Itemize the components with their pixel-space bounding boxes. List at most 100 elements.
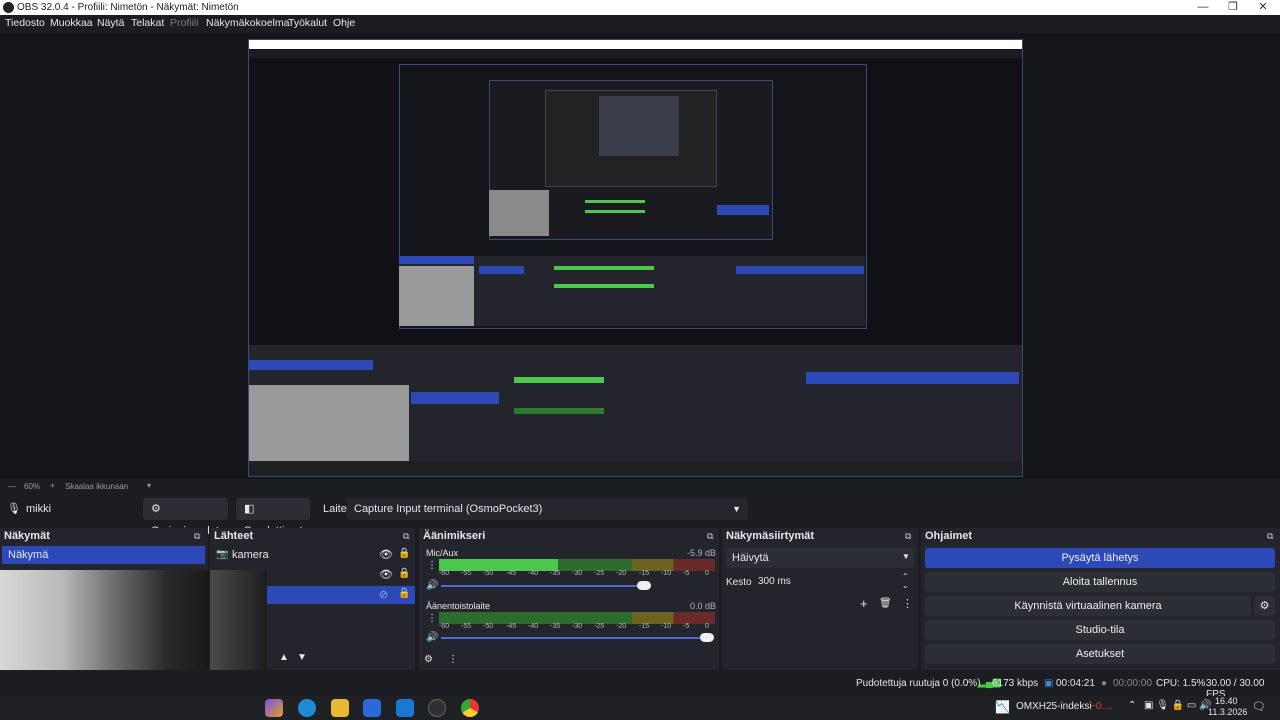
source-item-label: kamera xyxy=(232,549,269,561)
settings-button[interactable]: Asetukset xyxy=(925,644,1275,664)
speaker-icon[interactable]: 🔊 xyxy=(426,632,438,643)
visibility-eye-icon[interactable]: 👁 xyxy=(379,568,393,581)
channel-menu-icon[interactable]: ⋮ xyxy=(427,560,437,571)
meter-tick-label: -60 xyxy=(439,623,450,630)
lock-icon[interactable]: 🔒 xyxy=(398,548,410,559)
chrome-icon[interactable] xyxy=(461,699,479,717)
move-down-button[interactable]: ▼ xyxy=(297,652,307,663)
properties-button[interactable]: ⚙ Ominaisuudet xyxy=(143,498,228,537)
taskbar: 📉 OMXH25-indeksi −0.... ⌃ ▣ 🎙 🔒 ▭ 🔊 16.4… xyxy=(0,696,1280,720)
channel-name: Äänentoistolaite xyxy=(426,601,491,611)
studio-mode-button[interactable]: Studio-tila xyxy=(925,620,1275,640)
close-button[interactable]: ✕ xyxy=(1246,0,1280,15)
tray-icons[interactable]: ▣ 🎙 🔒 ▭ 🔊 xyxy=(1144,700,1212,711)
zoom-in-button[interactable]: + xyxy=(50,481,55,490)
dropped-frames: Pudotettuja ruutuja 0 (0.0%) xyxy=(856,678,981,689)
maximize-button[interactable]: ❐ xyxy=(1216,0,1250,15)
undock-icon[interactable]: ⧉ xyxy=(194,531,204,541)
transition-type: Häivytä xyxy=(732,552,769,564)
volume-slider-handle[interactable] xyxy=(700,633,714,642)
zoom-out-button[interactable]: — xyxy=(8,482,16,491)
menu-edit[interactable]: Muokkaa xyxy=(50,17,93,29)
filters-button[interactable]: ◧ Suodattimet xyxy=(236,498,310,537)
undock-icon[interactable]: ⧉ xyxy=(403,531,413,541)
meter-tick-label: -30 xyxy=(572,623,583,630)
menu-scene-collection[interactable]: Näkymäkokoelma xyxy=(206,17,289,29)
camera-icon: 📷 xyxy=(216,549,229,560)
transitions-title: Näkymäsiirtymät xyxy=(726,530,815,542)
source-item[interactable]: 📷 kamera 👁 🔒 xyxy=(210,546,415,564)
device-select[interactable]: Capture Input terminal (OsmoPocket3) ▼ xyxy=(347,498,748,520)
visibility-eye-icon[interactable]: 👁 xyxy=(379,548,393,561)
start-recording-button[interactable]: Aloita tallennus xyxy=(925,572,1275,592)
menu-profile[interactable]: Profiili xyxy=(170,17,199,29)
channel-menu-icon[interactable]: ⋮ xyxy=(427,613,437,624)
hidden-eye-icon[interactable]: ⊘ xyxy=(379,588,388,601)
stream-icon: ▣ xyxy=(1044,678,1054,689)
virtual-camera-settings-gear-icon[interactable]: ⚙ xyxy=(1254,596,1275,616)
stop-streaming-button[interactable]: Pysäytä lähetys xyxy=(925,548,1275,568)
undock-icon[interactable]: ⧉ xyxy=(1267,531,1277,541)
notification-change: −0.... xyxy=(1090,701,1113,712)
obs-taskbar-icon[interactable] xyxy=(428,699,446,717)
notification-center-icon[interactable]: 🗨 xyxy=(1252,700,1266,713)
window-title: OBS 32.0.4 - Profiili: Nimetön - Näkymät… xyxy=(17,2,239,13)
mail-icon[interactable] xyxy=(396,699,414,717)
start-virtual-camera-button[interactable]: Käynnistä virtuaalinen kamera xyxy=(925,596,1251,616)
meter-tick-label: -25 xyxy=(594,623,605,630)
zoom-percent: 60% xyxy=(24,482,41,491)
spin-down-icon[interactable]: ⌄ xyxy=(902,581,909,590)
mixer-menu-icon[interactable]: ⋮ xyxy=(448,654,458,665)
record-icon: ● xyxy=(1101,678,1108,689)
sources-dock: Lähteet ⧉ 📷 kamera 👁 🔒 👁 🔒 ⊘ 🔒 ▲ ▼ xyxy=(210,528,415,670)
chevron-down-icon: ▼ xyxy=(732,504,741,514)
volume-slider[interactable] xyxy=(441,585,651,587)
meter-tick-label: -30 xyxy=(572,570,583,577)
minimize-button[interactable]: — xyxy=(1186,0,1220,15)
add-transition-button[interactable]: + xyxy=(860,596,868,611)
duration-value: 300 ms xyxy=(758,576,791,587)
delete-transition-button[interactable]: 🗑 xyxy=(879,598,892,609)
menu-help[interactable]: Ohje xyxy=(333,17,355,29)
scene-item-label: Näkymä xyxy=(8,549,49,561)
menu-tools[interactable]: Työkalut xyxy=(288,17,327,29)
transition-menu-icon[interactable]: ⋮ xyxy=(902,597,913,610)
speaker-icon[interactable]: 🔊 xyxy=(426,580,438,591)
copilot-icon[interactable] xyxy=(265,699,283,717)
scenes-dock: Näkymät ⧉ Näkymä xyxy=(0,528,208,670)
zoom-dropdown-icon[interactable]: ▾ xyxy=(147,481,151,490)
lock-icon[interactable]: 🔒 xyxy=(398,568,410,579)
move-up-button[interactable]: ▲ xyxy=(279,652,289,663)
edge-browser-icon[interactable] xyxy=(298,699,316,717)
source-item-selected[interactable]: ⊘ 🔒 xyxy=(267,586,415,604)
tray-chevron-icon[interactable]: ⌃ xyxy=(1128,700,1136,711)
notification-title[interactable]: OMXH25-indeksi xyxy=(1016,701,1092,712)
menu-bar: Tiedosto Muokkaa Näytä Telakat Profiili … xyxy=(0,15,1280,33)
spin-up-icon[interactable]: ⌃ xyxy=(902,572,909,581)
meter-tick-label: -20 xyxy=(616,623,627,630)
duration-input[interactable]: 300 ms ⌃ ⌄ xyxy=(752,572,914,592)
store-icon[interactable] xyxy=(363,699,381,717)
meter-tick-label: -55 xyxy=(461,570,472,577)
channel-db: 0.0 dB xyxy=(690,601,717,611)
menu-file[interactable]: Tiedosto xyxy=(5,17,45,29)
clock-time: 16.40 xyxy=(1215,696,1238,706)
meter-tick-label: -5 xyxy=(683,623,690,630)
volume-slider-handle[interactable] xyxy=(637,581,651,590)
transition-select[interactable]: Häivytä ▼ xyxy=(726,548,914,568)
menu-docks[interactable]: Telakat xyxy=(131,17,164,29)
advanced-audio-icon[interactable]: ⚙ xyxy=(424,654,433,665)
menu-view[interactable]: Näytä xyxy=(97,17,124,29)
meter-tick-label: -10 xyxy=(661,623,672,630)
volume-slider[interactable] xyxy=(441,637,713,639)
undock-icon[interactable]: ⧉ xyxy=(707,531,717,541)
scene-item[interactable]: Näkymä xyxy=(2,546,205,564)
cpu-usage: CPU: 1.5% xyxy=(1156,678,1206,689)
lock-icon[interactable]: 🔒 xyxy=(398,588,410,599)
file-explorer-icon[interactable] xyxy=(331,699,349,717)
meter-tick-label: -60 xyxy=(439,570,450,577)
undock-icon[interactable]: ⧉ xyxy=(905,531,915,541)
meter-tick-label: -35 xyxy=(550,623,561,630)
preview-capture[interactable] xyxy=(248,39,1023,477)
mixer-title: Äänimikseri xyxy=(423,530,486,542)
